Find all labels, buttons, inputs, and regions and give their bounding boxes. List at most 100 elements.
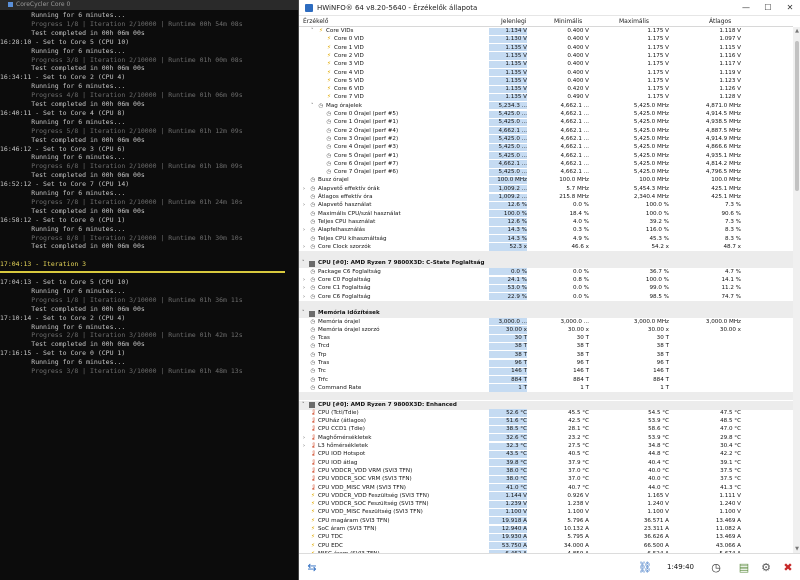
sensor-row[interactable]: ⚡ CPU magáram (SVI3 TFN) 19.918 A 5.796 A 36… <box>299 517 793 525</box>
sensor-row[interactable]: ⚡ Core 4 VID 1.135 V 0.400 V 1.175 V 1.119 V <box>299 69 793 77</box>
sensor-row[interactable]: 🌡 CPU VDDCR_VDD VRM (SVI3 TFN) 38.0 °C 37.0… <box>299 467 793 475</box>
value-min: 38 T <box>576 351 589 358</box>
sensor-row[interactable]: 🌡 CPU CCD1 (Tdie) 38.5 °C 28.1 °C 58.6 °C 47.… <box>299 425 793 434</box>
value-cur: 5,425.0 ... <box>498 152 527 159</box>
value-avg: 11.2 % <box>721 285 741 292</box>
report-icon[interactable]: ▤ <box>735 559 753 576</box>
collapse-icon[interactable]: ˅ <box>311 102 314 110</box>
sensor-row[interactable]: ◷ Core 6 Órajel (perf #7) 4,662.1 ... 4,662… <box>299 160 793 168</box>
sensor-row[interactable]: ⚡ Core 0 VID 1.130 V 0.400 V 1.175 V 1.097 V <box>299 35 793 44</box>
close-icon[interactable]: ✖ <box>779 559 797 576</box>
sensor-row[interactable]: ⚡ Core 5 VID 1.135 V 0.400 V 1.175 V 1.123 V <box>299 77 793 85</box>
sensor-row[interactable]: 🌡 CPU IOD átlag 39.8 °C 37.9 °C 40.4 °C 39.1 … <box>299 459 793 467</box>
sensor-list[interactable]: ˅ ⚡ Core VIDs 1.134 V 0.400 V 1.175 V 1.118 V ⚡… <box>299 27 793 553</box>
value-avg: 8.3 % <box>725 227 741 234</box>
col-sensor[interactable]: Érzékelő <box>303 16 328 27</box>
sensor-row[interactable]: ◷ Trfc 884 T 884 T 884 T <box>299 376 793 384</box>
sensor-row[interactable]: ⚡ Core 6 VID 1.135 V 0.420 V 1.175 V 1.126 V <box>299 85 793 93</box>
sensor-row[interactable]: › ◷ Core C0 Foglaltság 24.1 % 0.8 % 100.0 % 14… <box>299 276 793 284</box>
voltage-icon: ⚡ <box>327 86 331 93</box>
sensor-row[interactable]: ◷ Maximális CPU/szál használat 100.0 % 18.4… <box>299 210 793 218</box>
scroll-thumb[interactable] <box>795 41 799 191</box>
voltage-icon: ⚡ <box>327 69 331 76</box>
sensor-row[interactable]: ⚡ CPU VDDCR_VDD Feszültség (SVI3 TFN) 1.14… <box>299 492 793 500</box>
vertical-scrollbar[interactable]: ▲ ▼ <box>793 27 800 553</box>
sensor-row[interactable]: › ◷ Alapvető használat 12.6 % 0.0 % 100.0 % 7.… <box>299 201 793 210</box>
sensor-row[interactable]: › ◷ Alapvető effektív órák 1,009.2 ... 5.7 M… <box>299 185 793 193</box>
value-min: 5.796 A <box>567 517 589 524</box>
sensor-row[interactable]: ⚡ Core 7 VID 1.135 V 0.490 V 1.175 V 1.128 V <box>299 93 793 102</box>
sensor-row[interactable]: › ◷ Core C6 Foglaltság 22.9 % 0.0 % 98.5 % 74.… <box>299 293 793 301</box>
sensor-row[interactable]: ˅ ◷ Mag órajelek 5,234.3 ... 4,662.1 ... 5,42… <box>299 102 793 110</box>
sensor-row[interactable]: › ◷ Core C1 Foglaltság 53.0 % 0.0 % 99.0 % 11.… <box>299 284 793 293</box>
expand-icon[interactable]: › <box>303 284 305 292</box>
scroll-up-icon[interactable]: ▲ <box>793 27 800 35</box>
value-cur: 5,425.0 ... <box>498 144 527 151</box>
sensor-row[interactable]: ⚡ Core 1 VID 1.135 V 0.400 V 1.175 V 1.115 V <box>299 44 793 52</box>
expand-icon[interactable]: › <box>303 201 305 209</box>
col-max[interactable]: Maximális <box>619 16 649 27</box>
expand-icon[interactable]: › <box>303 243 305 251</box>
sensor-row[interactable]: › ◷ Core Clock szorzók 52.3 x 46.6 x 54.2 x 48… <box>299 243 793 251</box>
scroll-down-icon[interactable]: ▼ <box>793 545 800 553</box>
sensor-name: Mag órajelek <box>326 102 362 109</box>
sensor-row[interactable]: ◷ Core 1 Órajel (perf #1) 5,425.0 ... 4,662… <box>299 118 793 127</box>
network-icon[interactable]: ⛓ <box>635 559 655 576</box>
expand-icon[interactable]: › <box>303 185 305 193</box>
expand-icon[interactable]: › <box>303 434 305 442</box>
maximize-button[interactable]: ☐ <box>757 0 779 16</box>
sensor-row[interactable]: ⚡ Core 3 VID 1.135 V 0.400 V 1.175 V 1.117 V <box>299 60 793 68</box>
sensor-row[interactable]: ◷ Trcd 38 T 38 T 38 T <box>299 342 793 351</box>
col-avg[interactable]: Átlagos <box>709 16 731 27</box>
sensor-row[interactable]: ◷ Core 4 Órajel (perf #3) 5,425.0 ... 4,662… <box>299 143 793 151</box>
gear-icon[interactable]: ⚙ <box>757 559 775 576</box>
sensor-row[interactable]: ◷ Teljes CPU kihasználtság 14.3 % 4.9 % 45.3… <box>299 235 793 243</box>
close-window-button[interactable]: ✕ <box>779 0 800 16</box>
sensor-row[interactable]: ˅ ⚡ Core VIDs 1.134 V 0.400 V 1.175 V 1.118 V <box>299 27 793 35</box>
sensor-row[interactable]: ⚡ CPU EDC 53.750 A 34.000 A 66.500 A 43.066 A <box>299 542 793 550</box>
col-min[interactable]: Minimális <box>554 16 582 27</box>
sensor-row[interactable]: ◷ Memória órajel szorzó 30.00 x 30.00 x 30.0… <box>299 326 793 334</box>
sensor-row[interactable]: ◷ Trc 146 T 146 T 146 T <box>299 367 793 376</box>
sensor-row[interactable]: ⚡ CPU VDD_MISC Feszültség (SVI3 TFN) 1.100… <box>299 508 793 517</box>
double-arrow-icon[interactable]: ⇆ <box>303 559 321 576</box>
sensor-row[interactable]: › ◷ Alapfelhasználás 14.3 % 0.3 % 116.0 % 8.3 … <box>299 226 793 234</box>
sensor-row[interactable]: 🌡 CPU IOD Hotspot 43.5 °C 40.5 °C 44.8 °C 42.… <box>299 450 793 459</box>
col-current[interactable]: Jelenlegi <box>501 16 526 27</box>
sensor-row[interactable]: 🌡 CPUház (átlagos) 51.6 °C 42.5 °C 53.9 °C 48… <box>299 417 793 425</box>
expand-icon[interactable]: › <box>303 276 305 284</box>
sensor-row[interactable]: ⚡ CPU VDDCR_SOC Feszültség (SVI3 TFN) 1.23… <box>299 500 793 508</box>
collapse-icon[interactable]: ˅ <box>311 27 314 35</box>
sensor-row[interactable]: 🌡 CPU VDD_MISC VRM (SVI3 TFN) 41.0 °C 40.7 … <box>299 484 793 492</box>
sensor-row[interactable]: ◷ Tcas 30 T 30 T 30 T <box>299 334 793 342</box>
value-min: 0.400 V <box>567 61 589 68</box>
sensor-row[interactable]: ◷ Tras 96 T 96 T 96 T <box>299 359 793 367</box>
sensor-row[interactable]: ◷ Core 2 Órajel (perf #4) 4,662.1 ... 4,662… <box>299 127 793 135</box>
clock-icon[interactable]: ◷ <box>707 559 725 576</box>
expand-icon[interactable]: › <box>303 293 305 301</box>
sensor-name: Core 6 VID <box>334 86 364 93</box>
sensor-row[interactable]: ⚡ CPU TDC 19.930 A 5.795 A 36.626 A 13.469 A <box>299 533 793 542</box>
sensor-row[interactable]: ⚡ Core 2 VID 1.135 V 0.400 V 1.175 V 1.116 V <box>299 52 793 60</box>
value-cur: 30 T <box>514 335 527 342</box>
value-cur: 1,009.2 ... <box>498 185 527 192</box>
sensor-row[interactable]: ◷ Core 7 Órajel (perf #6) 5,425.0 ... 4,662… <box>299 168 793 176</box>
sensor-row[interactable]: ◷ Trp 38 T 38 T 38 T <box>299 351 793 359</box>
sensor-row[interactable]: ◷ Átlagos effektív óra 1,009.2 ... 215.8 MH… <box>299 193 793 201</box>
sensor-row[interactable]: › 🌡 L3 hőmérsékletek 32.3 °C 27.5 °C 34.8 °C 3… <box>299 442 793 450</box>
sensor-row[interactable]: ◷ Core 0 Órajel (perf #5) 5,425.0 ... 4,662… <box>299 110 793 118</box>
sensor-row[interactable]: 🌡 CPU VDDCR_SOC VRM (SVI3 TFN) 38.0 °C 37.0… <box>299 475 793 483</box>
sensor-row[interactable]: ◷ Memória órajel 3,000.0 ... 3,000.0 ... 3,0… <box>299 318 793 326</box>
expand-icon[interactable]: › <box>303 226 305 234</box>
sensor-row[interactable]: ◷ Command Rate 1 T 1 T 1 T <box>299 384 793 392</box>
sensor-row[interactable]: ◷ Busz órajel 100.0 MHz 100.0 MHz 100.0 MHz 1… <box>299 176 793 185</box>
sensor-row[interactable]: ◷ Core 3 Órajel (perf #2) 5,425.0 ... 4,662… <box>299 135 793 143</box>
sensor-row[interactable]: › 🌡 Maghőmérsékletek 32.6 °C 23.2 °C 53.9 °C 2… <box>299 434 793 442</box>
sensor-row[interactable]: ◷ Package C6 Foglaltság 0.0 % 0.0 % 36.7 % 4.… <box>299 268 793 276</box>
sensor-row[interactable]: 🌡 CPU (Tctl/Tdie) 52.6 °C 45.5 °C 54.5 °C 47.… <box>299 409 793 417</box>
sensor-row[interactable]: ⚡ SoC áram (SVI3 TFN) 12.940 A 10.132 A 23.3… <box>299 525 793 533</box>
sensor-row[interactable]: ◷ Core 5 Órajel (perf #1) 5,425.0 ... 4,662… <box>299 152 793 160</box>
expand-icon[interactable]: › <box>303 442 305 450</box>
sensor-row[interactable]: ◷ Teljes CPU használat 12.6 % 4.0 % 39.2 % 7.… <box>299 218 793 226</box>
minimize-button[interactable]: — <box>735 0 757 16</box>
